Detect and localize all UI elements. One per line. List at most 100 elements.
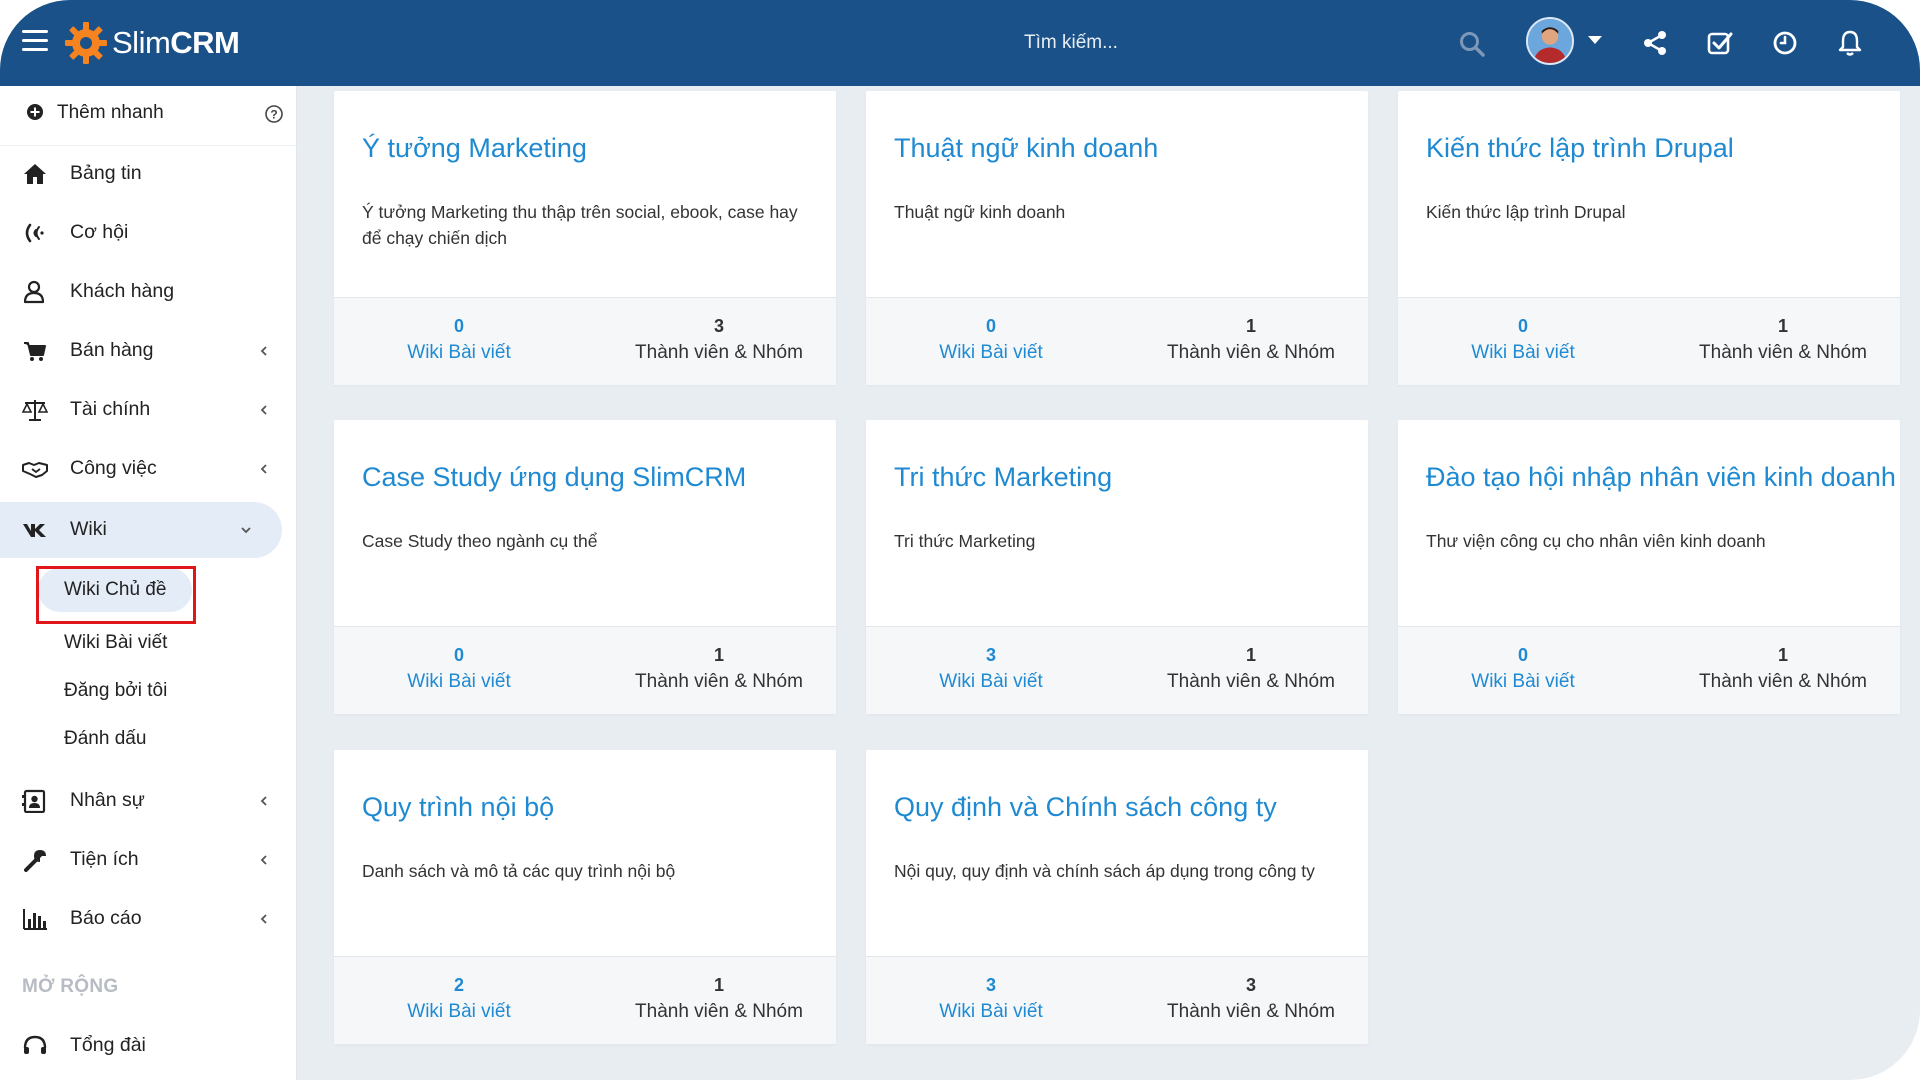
- sidebar-subitem-posted-by-me[interactable]: Đăng bởi tôi: [38, 669, 238, 713]
- posts-stat[interactable]: 0 Wiki Bài viết: [1438, 645, 1608, 693]
- logo-text-light: Slim: [112, 25, 171, 60]
- members-count: 1: [1245, 645, 1256, 665]
- topic-title[interactable]: Kiến thức lập trình Drupal: [1426, 133, 1734, 164]
- posts-count: 0: [985, 316, 996, 336]
- share-icon[interactable]: [1640, 28, 1670, 58]
- posts-count: 3: [985, 645, 996, 665]
- menu-icon[interactable]: [22, 30, 48, 52]
- sidebar-subitem-label: Đánh dấu: [64, 728, 147, 749]
- user-icon: [23, 280, 45, 304]
- topic-stats: 3 Wiki Bài viết 3 Thành viên & Nhóm: [866, 956, 1368, 1044]
- members-label: Thành viên & Nhóm: [635, 671, 803, 692]
- members-label: Thành viên & Nhóm: [635, 1001, 803, 1022]
- app-window: SlimCRM Tìm kiếm... Thêm nhanh ? Bảng ti…: [0, 0, 1920, 1080]
- posts-stat[interactable]: 0 Wiki Bài viết: [906, 316, 1076, 364]
- topic-title[interactable]: Ý tưởng Marketing: [362, 133, 587, 164]
- posts-stat[interactable]: 3 Wiki Bài viết: [906, 645, 1076, 693]
- sidebar-item-tasks[interactable]: Công việc: [0, 441, 282, 497]
- topic-title[interactable]: Thuật ngữ kinh doanh: [894, 133, 1158, 164]
- posts-count: 0: [1517, 316, 1528, 336]
- topic-title[interactable]: Quy định và Chính sách công ty: [894, 792, 1277, 823]
- topic-description: Ý tưởng Marketing thu thập trên social, …: [362, 202, 798, 248]
- topic-title[interactable]: Đào tạo hội nhập nhân viên kinh doanh: [1426, 462, 1896, 493]
- members-stat[interactable]: 1 Thành viên & Nhóm: [1698, 645, 1868, 693]
- posts-count: 2: [453, 975, 464, 995]
- search-icon[interactable]: [1458, 30, 1486, 58]
- topic-stats: 2 Wiki Bài viết 1 Thành viên & Nhóm: [334, 956, 836, 1044]
- posts-stat[interactable]: 0 Wiki Bài viết: [374, 645, 544, 693]
- topic-card[interactable]: Case Study ứng dụng SlimCRM Case Study th…: [334, 420, 836, 714]
- sidebar-item-label: Bảng tin: [70, 162, 142, 184]
- posts-label: Wiki Bài viết: [407, 671, 511, 692]
- sidebar-item-newsfeed[interactable]: Bảng tin: [0, 146, 282, 202]
- members-count: 1: [1777, 645, 1788, 665]
- avatar[interactable]: [1526, 17, 1574, 65]
- topic-card[interactable]: Kiến thức lập trình Drupal Kiến thức lập …: [1398, 91, 1900, 385]
- posts-stat[interactable]: 2 Wiki Bài viết: [374, 975, 544, 1023]
- sidebar-item-reports[interactable]: Báo cáo: [0, 891, 282, 947]
- gear-logo-icon: [65, 22, 107, 64]
- signal-icon: [25, 223, 44, 243]
- search-input[interactable]: [1000, 24, 1490, 62]
- posts-stat[interactable]: 3 Wiki Bài viết: [906, 975, 1076, 1023]
- sidebar-item-label: Công việc: [70, 457, 157, 479]
- posts-stat[interactable]: 0 Wiki Bài viết: [1438, 316, 1608, 364]
- selection-highlight-box: [36, 566, 196, 624]
- sidebar-item-finance[interactable]: Tài chính: [0, 382, 282, 438]
- task-check-icon[interactable]: [1705, 28, 1735, 58]
- topic-description: Thuật ngữ kinh doanh: [894, 202, 1066, 222]
- topic-card[interactable]: Thuật ngữ kinh doanh Thuật ngữ kinh doanh…: [866, 91, 1368, 385]
- topic-card[interactable]: Tri thức Marketing Tri thức Marketing 3 Wik…: [866, 420, 1368, 714]
- sidebar-item-customers[interactable]: Khách hàng: [0, 264, 282, 320]
- quick-add[interactable]: Thêm nhanh ?: [0, 86, 297, 146]
- cart-icon: [24, 342, 46, 361]
- posts-label: Wiki Bài viết: [939, 342, 1043, 363]
- logo-text-bold: CRM: [170, 25, 240, 60]
- topic-card[interactable]: Ý tưởng Marketing Ý tưởng Marketing thu t…: [334, 91, 836, 385]
- members-stat[interactable]: 3 Thành viên & Nhóm: [634, 316, 804, 364]
- topic-title[interactable]: Quy trình nội bộ: [362, 792, 554, 823]
- members-stat[interactable]: 1 Thành viên & Nhóm: [1166, 316, 1336, 364]
- logo-text: SlimCRM: [112, 25, 240, 61]
- sidebar-item-utilities[interactable]: Tiện ích: [0, 832, 282, 888]
- topic-card[interactable]: Quy trình nội bộ Danh sách và mô tả các q…: [334, 750, 836, 1044]
- home-icon: [24, 164, 46, 184]
- sidebar-item-label: Wiki: [70, 518, 107, 540]
- help-icon[interactable]: ?: [264, 104, 284, 124]
- sidebar-subitem-bookmarks[interactable]: Đánh dấu: [38, 717, 238, 761]
- members-label: Thành viên & Nhóm: [1699, 671, 1867, 692]
- sidebar-item-call-center[interactable]: Tổng đài: [0, 1018, 282, 1074]
- topic-title[interactable]: Case Study ứng dụng SlimCRM: [362, 462, 746, 493]
- members-stat[interactable]: 1 Thành viên & Nhóm: [1166, 645, 1336, 693]
- topic-description: Kiến thức lập trình Drupal: [1426, 202, 1626, 222]
- posts-stat[interactable]: 0 Wiki Bài viết: [374, 316, 544, 364]
- members-label: Thành viên & Nhóm: [1167, 342, 1335, 363]
- topic-description: Thư viện công cụ cho nhân viên kinh doan…: [1426, 531, 1766, 551]
- sidebar-subitem-wiki-posts[interactable]: Wiki Bài viết: [38, 621, 238, 665]
- posts-count: 0: [453, 645, 464, 665]
- members-stat[interactable]: 1 Thành viên & Nhóm: [634, 975, 804, 1023]
- sidebar-subitem-label: Wiki Bài viết: [64, 632, 168, 653]
- sidebar-item-hr[interactable]: Nhân sự: [0, 773, 282, 829]
- members-stat[interactable]: 1 Thành viên & Nhóm: [1698, 316, 1868, 364]
- sidebar-item-opportunities[interactable]: Cơ hội: [0, 205, 282, 261]
- svg-text:?: ?: [270, 108, 277, 122]
- topic-description: Nội quy, quy định và chính sách áp dụng …: [894, 861, 1315, 881]
- topic-card[interactable]: Quy định và Chính sách công ty Nội quy, q…: [866, 750, 1368, 1044]
- sidebar-item-wiki[interactable]: Wiki: [0, 502, 282, 558]
- topic-card[interactable]: Đào tạo hội nhập nhân viên kinh doanh Thư…: [1398, 420, 1900, 714]
- sidebar-item-label: Cơ hội: [70, 221, 129, 243]
- logo[interactable]: SlimCRM: [64, 18, 240, 68]
- topic-title[interactable]: Tri thức Marketing: [894, 462, 1112, 493]
- chevron-left-icon: [260, 464, 267, 474]
- members-stat[interactable]: 3 Thành viên & Nhóm: [1166, 975, 1336, 1023]
- wrench-icon: [24, 850, 46, 872]
- topic-stats: 0 Wiki Bài viết 1 Thành viên & Nhóm: [334, 626, 836, 714]
- members-count: 3: [713, 316, 724, 336]
- posts-label: Wiki Bài viết: [1471, 342, 1575, 363]
- clock-icon[interactable]: [1770, 28, 1800, 58]
- sidebar-item-sales[interactable]: Bán hàng: [0, 323, 282, 379]
- bell-icon[interactable]: [1835, 28, 1865, 58]
- avatar-dropdown-caret-icon[interactable]: [1588, 36, 1602, 44]
- members-stat[interactable]: 1 Thành viên & Nhóm: [634, 645, 804, 693]
